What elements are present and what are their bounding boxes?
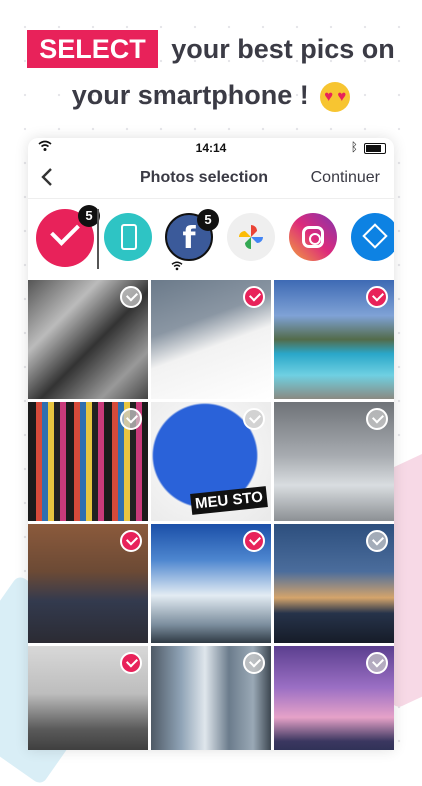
selection-check-icon[interactable] bbox=[366, 530, 388, 552]
selection-check-icon[interactable] bbox=[120, 286, 142, 308]
selected-photos-button[interactable]: 5 bbox=[36, 205, 100, 267]
headline-line2: your smartphone ! bbox=[71, 80, 309, 110]
page-title: Photos selection bbox=[140, 169, 269, 186]
status-bar: 14:14 ᛒ bbox=[28, 138, 394, 158]
selection-check-icon[interactable] bbox=[366, 408, 388, 430]
photo-tile-city-towers[interactable] bbox=[151, 646, 271, 750]
photo-grid: MEU STO bbox=[28, 280, 394, 750]
selection-check-icon[interactable] bbox=[243, 286, 265, 308]
selection-check-icon[interactable] bbox=[243, 530, 265, 552]
headline-highlight: SELECT bbox=[27, 30, 158, 68]
photo-tile-infinity-pool[interactable] bbox=[274, 280, 394, 399]
check-icon bbox=[50, 216, 80, 246]
photo-tile-graffiti[interactable] bbox=[28, 280, 148, 399]
dropbox-icon bbox=[362, 223, 388, 249]
connected-wifi-icon bbox=[171, 261, 183, 274]
dropbox-source-button[interactable] bbox=[351, 213, 394, 261]
battery-icon bbox=[364, 143, 386, 154]
navigation-bar: Photos selection Continuer bbox=[28, 158, 394, 199]
selection-check-icon[interactable] bbox=[243, 652, 265, 674]
headline: SELECT your best pics on your smartphone… bbox=[0, 26, 422, 118]
photo-tile-group-cabin[interactable] bbox=[28, 524, 148, 643]
photo-tile-toronto-skyline[interactable] bbox=[274, 646, 394, 750]
source-divider bbox=[97, 209, 99, 269]
selection-check-icon[interactable] bbox=[120, 530, 142, 552]
facebook-count-badge: 5 bbox=[197, 209, 219, 231]
photo-tile-mountain-clouds[interactable] bbox=[274, 402, 394, 521]
headline-line1: your best pics on bbox=[171, 34, 395, 64]
instagram-icon bbox=[302, 226, 324, 248]
selection-check-icon[interactable] bbox=[366, 652, 388, 674]
photo-tile-dusk-harbor[interactable] bbox=[274, 524, 394, 643]
selection-check-icon[interactable] bbox=[366, 286, 388, 308]
chevron-left-icon[interactable] bbox=[40, 166, 54, 194]
heart-eyes-emoji-icon: ♥ ♥ bbox=[320, 81, 351, 112]
instagram-source-button[interactable] bbox=[289, 213, 337, 261]
photo-tile-snowy-mountain[interactable] bbox=[151, 280, 271, 399]
selection-check-icon[interactable] bbox=[120, 652, 142, 674]
facebook-source-button[interactable]: f 5 bbox=[165, 209, 219, 261]
photo-tile-climber-sky[interactable] bbox=[151, 524, 271, 643]
bluetooth-icon: ᛒ bbox=[350, 140, 358, 154]
phone-source-button[interactable] bbox=[104, 213, 152, 261]
selection-check-icon[interactable] bbox=[243, 408, 265, 430]
phone-screen: 14:14 ᛒ Photos selection Continuer 5 f 5 bbox=[28, 138, 394, 750]
google-photos-source-button[interactable] bbox=[227, 213, 275, 261]
smartphone-icon bbox=[121, 224, 137, 250]
source-selector: 5 f 5 bbox=[28, 199, 394, 279]
photo-tile-ski-rack[interactable] bbox=[28, 402, 148, 521]
photo-tile-usa-map[interactable]: MEU STO bbox=[151, 402, 271, 521]
selection-check-icon[interactable] bbox=[120, 408, 142, 430]
photo-tile-skiers-bw[interactable] bbox=[28, 646, 148, 750]
continue-button[interactable]: Continuer bbox=[311, 169, 380, 187]
photo-caption: MEU STO bbox=[190, 486, 268, 515]
google-photos-icon bbox=[227, 225, 275, 265]
status-time: 14:14 bbox=[195, 141, 227, 155]
